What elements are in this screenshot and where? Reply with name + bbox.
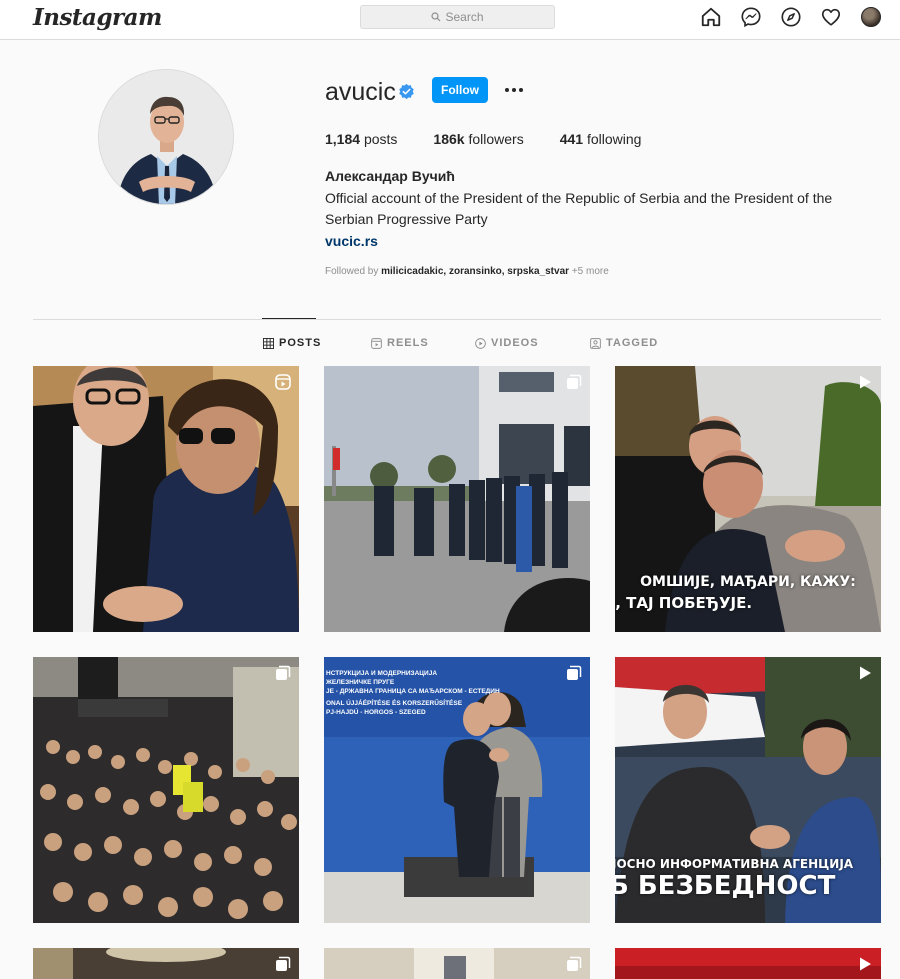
tab-tagged[interactable]: TAGGED [590,337,658,349]
post-tile[interactable]: ОМШИЈЕ, МАЂАРИ, КАЖУ: Е, ТАЈ ПОБЕЂУЈЕ. [615,366,881,632]
more-options-icon[interactable] [503,80,525,100]
search-placeholder: Search [445,10,484,24]
follow-button[interactable]: Follow [432,77,488,103]
carousel-icon [567,374,582,389]
post-overlay-caption: Е, ТАЈ ПОБЕЂУЈЕ. [615,594,753,612]
post-overlay-caption: ЈОСНО ИНФОРМАТИВНА АГЕНЦИЈА [615,857,854,871]
carousel-icon [567,665,582,680]
explore-icon[interactable] [780,6,802,28]
post-tile[interactable]: НСТРУКЦИЈА И МОДЕРНИЗАЦИЈА ЖЕЛЕЗНИЧКЕ ПР… [324,657,590,923]
grid-icon [263,337,274,349]
profile-bio: Official account of the President of the… [325,190,833,227]
verified-badge-icon [399,83,414,100]
tab-reels[interactable]: REELS [371,337,429,349]
profile-full-name: Александар Вучић [325,168,455,184]
video-play-icon [860,375,871,389]
post-tile[interactable]: ЈОСНО ИНФОРМАТИВНА АГЕНЦИЈА Б БЕЗБЕДНОСТ [615,657,881,923]
post-tile[interactable] [33,366,299,632]
followers-stat[interactable]: 186k followers [433,131,523,147]
home-icon[interactable] [700,6,722,28]
active-tab-indicator [262,318,316,319]
reels-icon [371,337,382,349]
reel-icon [275,374,291,390]
profile-username: avucic [325,78,396,106]
carousel-icon [567,956,582,971]
carousel-icon [276,665,291,680]
tabs-divider [33,319,881,320]
video-play-icon [860,666,871,680]
instagram-logo[interactable]: Instagram [33,4,162,31]
search-input[interactable]: Search [360,5,555,29]
carousel-icon [276,956,291,971]
event-banner-text: НСТРУКЦИЈА И МОДЕРНИЗАЦИЈА ЖЕЛЕЗНИЧКЕ ПР… [326,670,500,716]
profile-stats: 1,184 posts 186k followers 441 following [325,131,677,147]
tagged-icon [590,337,601,349]
top-navigation-bar: Instagram Search [0,0,900,40]
following-stat[interactable]: 441 following [560,131,642,147]
post-tile[interactable] [615,948,881,979]
post-overlay-caption: ОМШИЈЕ, МАЂАРИ, КАЖУ: [640,574,856,590]
post-tile[interactable] [33,948,299,979]
tab-posts[interactable]: POSTS [263,337,321,349]
posts-stat: 1,184 posts [325,131,398,147]
profile-avatar[interactable] [860,6,882,28]
profile-website-link[interactable]: vucic.rs [325,233,378,249]
search-icon [431,12,441,22]
messenger-icon[interactable] [740,6,762,28]
profile-picture[interactable] [98,69,234,205]
tab-videos[interactable]: VIDEOS [475,337,539,349]
post-tile[interactable] [324,948,590,979]
video-play-icon [860,957,871,971]
video-icon [475,337,486,349]
followed-by-text[interactable]: Followed by milicicadakic, zoransinko, s… [325,266,609,277]
post-tile[interactable] [33,657,299,923]
post-tile[interactable] [324,366,590,632]
heart-icon[interactable] [820,6,842,28]
post-overlay-caption: Б БЕЗБЕДНОСТ [615,871,836,901]
